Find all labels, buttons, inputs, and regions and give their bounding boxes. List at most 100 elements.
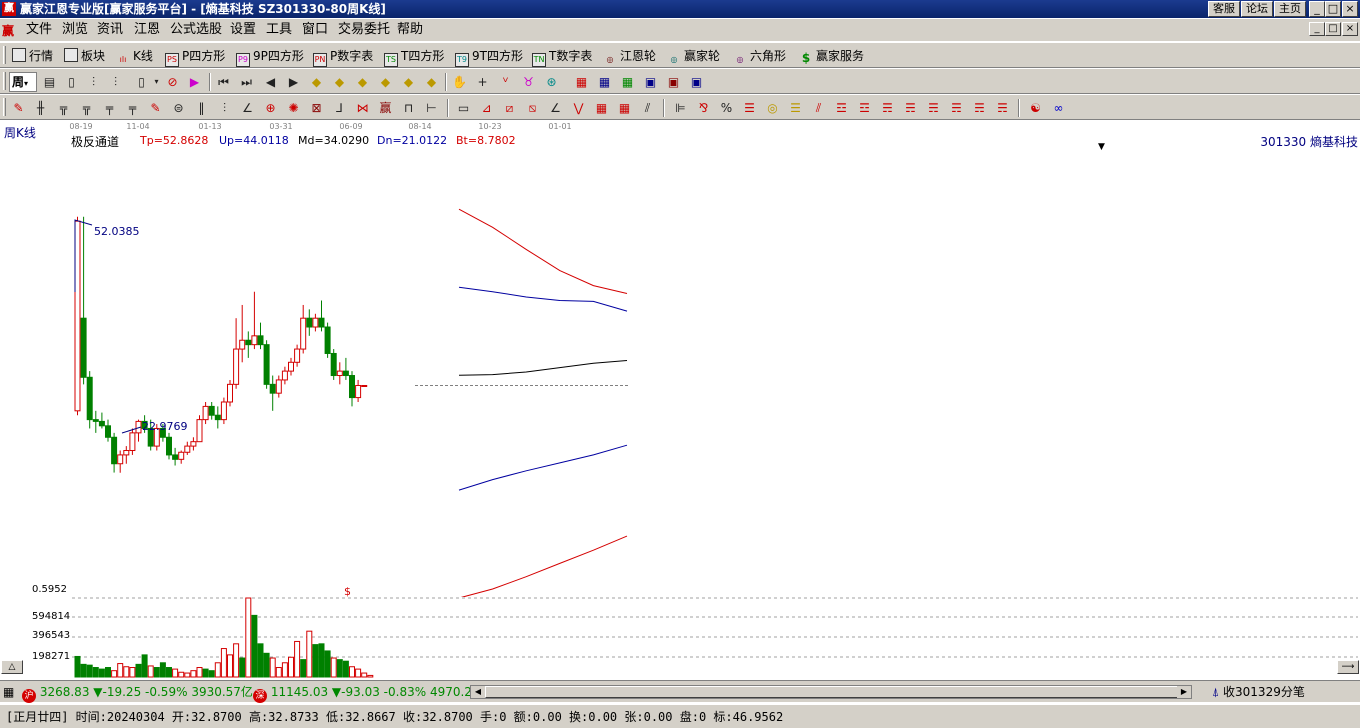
first-page-icon[interactable]: ⏮ (215, 74, 232, 90)
zoom-in-icon[interactable]: ◆ (308, 74, 325, 90)
nav-9t-square[interactable]: T9 9T四方形 (455, 47, 523, 67)
truck-icon[interactable]: ▣ (688, 74, 705, 90)
menu-trade[interactable]: 交易委托 (338, 22, 390, 38)
toolbar-grip[interactable] (3, 46, 6, 64)
parallel-lines-icon[interactable]: ╫ (32, 100, 49, 116)
speed-icon[interactable]: ☴ (879, 100, 896, 116)
nav-hexagon[interactable]: ◎ 六角形 (733, 47, 787, 65)
bar-chart-icon[interactable]: ⫶ (85, 74, 102, 90)
quote-table-icon[interactable]: ▦ (3, 684, 14, 700)
menu-gann[interactable]: 江恩 (134, 22, 160, 38)
menu-info[interactable]: 资讯 (97, 22, 123, 38)
crosshair-icon[interactable]: + (474, 74, 491, 90)
day-line-icon[interactable]: ▤ (41, 74, 58, 90)
menu-browse[interactable]: 浏览 (62, 22, 88, 38)
toolbar-grip[interactable] (3, 98, 6, 116)
chart-area[interactable]: 08-19 11-04 01-13 03-31 06-09 08-14 10-23 01-01… (0, 120, 1360, 678)
toolbar-grip[interactable] (3, 72, 6, 90)
indicator-icon[interactable]: ⱽ (497, 74, 514, 90)
nav-quotes[interactable]: 行情 (12, 47, 53, 65)
brush-icon[interactable]: ✎ (147, 100, 164, 116)
wave-icon[interactable]: ⋈ (354, 100, 371, 116)
expand-icon[interactable]: ◆ (400, 74, 417, 90)
sh-index[interactable]: 沪 3268.83 ▼-19.25 -0.59% 3930.57亿 (22, 684, 253, 703)
tick-data-link[interactable]: ⍋ 收301329分笔 (1212, 684, 1305, 700)
scrollbar-thumb[interactable] (485, 686, 1179, 698)
menu-formula-screen[interactable]: 公式选股 (170, 22, 222, 38)
nav-t-square[interactable]: TS T四方形 (384, 47, 444, 67)
customer-service-button[interactable]: 客服 (1208, 1, 1240, 17)
level-icon[interactable]: ⫽ (810, 100, 827, 116)
chevron-down-icon[interactable]: ▾ (148, 74, 165, 90)
scroll-left-icon[interactable]: ◀ (262, 74, 279, 90)
nav-gann-wheel[interactable]: ◎ 江恩轮 (603, 47, 657, 65)
coin-icon[interactable]: ◎ (764, 100, 781, 116)
coin-lines-icon[interactable]: ☰ (787, 100, 804, 116)
yinyang-icon[interactable]: ☯ (1027, 100, 1044, 116)
nav-sectors[interactable]: 板块 (64, 47, 105, 65)
fib-icon[interactable]: ⅋ (695, 100, 712, 116)
fan-icon[interactable]: ⊿ (478, 100, 495, 116)
scroll-up-button[interactable]: △ (1, 660, 23, 674)
grid-box2-icon[interactable]: ▦ (616, 100, 633, 116)
gann-angle-icon[interactable]: ∠ (547, 100, 564, 116)
angle-icon[interactable]: ∠ (239, 100, 256, 116)
ruler-icon[interactable]: ⊫ (672, 100, 689, 116)
shrink-icon[interactable]: ◆ (423, 74, 440, 90)
flag-icon[interactable]: ▶ (186, 74, 203, 90)
target-icon[interactable]: ⊕ (262, 100, 279, 116)
kline-chart[interactable]: 08-19 11-04 01-13 03-31 06-09 08-14 10-23 01-01 (0, 120, 1360, 678)
chevron-down-icon[interactable]: ▼ (1098, 142, 1105, 152)
scroll-left-arrow-icon[interactable]: ◀ (471, 686, 485, 698)
last-page-icon[interactable]: ⏭ (238, 74, 255, 90)
speed5-icon[interactable]: ☴ (971, 100, 988, 116)
nav-p-number-table[interactable]: PN P数字表 (313, 47, 373, 67)
network-icon[interactable]: ⊛ (543, 74, 560, 90)
fork3-icon[interactable]: ╤ (101, 100, 118, 116)
sz-index[interactable]: 深 11145.03 ▼-93.03 -0.83% 4970.2 (253, 684, 472, 703)
winner-icon[interactable]: 赢 (377, 100, 394, 116)
nav-p-square[interactable]: PS P四方形 (165, 47, 225, 67)
nav-winner-wheel[interactable]: ◎ 赢家轮 (667, 47, 721, 65)
measure-icon[interactable]: ⊢ (423, 100, 440, 116)
homepage-button[interactable]: 主页 (1274, 1, 1306, 17)
period-select[interactable]: 周▾ (9, 72, 37, 92)
child-restore-button[interactable]: □ (1325, 22, 1341, 36)
menu-window[interactable]: 窗口 (302, 22, 328, 38)
menu-settings[interactable]: 设置 (230, 22, 256, 38)
restore-button[interactable]: □ (1325, 1, 1341, 17)
cycle-icon[interactable]: ⫶ (216, 100, 233, 116)
nav-t-number-table[interactable]: TN T数字表 (532, 47, 592, 67)
infinity-icon[interactable]: ∞ (1050, 100, 1067, 116)
forum-button[interactable]: 论坛 (1241, 1, 1273, 17)
box-icon[interactable]: ⊠ (308, 100, 325, 116)
speed3-icon[interactable]: ☴ (925, 100, 942, 116)
fork2-icon[interactable]: ╦ (78, 100, 95, 116)
gold-icon[interactable]: ☲ (856, 100, 873, 116)
nav-winner-service[interactable]: $ 赢家服务 (799, 47, 864, 65)
save-icon[interactable]: ▣ (642, 74, 659, 90)
move-down-icon[interactable]: ◆ (377, 74, 394, 90)
percent-icon[interactable]: % (718, 100, 735, 116)
calendar-icon[interactable]: ▦ (573, 74, 590, 90)
gann-grid-icon[interactable]: ⧅ (524, 100, 541, 116)
people-icon[interactable]: ▣ (665, 74, 682, 90)
rect-icon[interactable]: ▭ (455, 100, 472, 116)
horizontal-scrollbar[interactable]: ◀ ▶ (470, 685, 1192, 699)
pen-icon[interactable]: ✎ (10, 100, 27, 116)
gann-level-icon[interactable]: ☲ (833, 100, 850, 116)
lines-icon[interactable]: ☰ (741, 100, 758, 116)
bars-icon[interactable]: ‖ (193, 100, 210, 116)
menu-tools[interactable]: 工具 (266, 22, 292, 38)
nav-kline[interactable]: ılı K线 (116, 47, 153, 65)
close-button[interactable]: × (1342, 1, 1358, 17)
fork-icon[interactable]: ╦ (55, 100, 72, 116)
sun-icon[interactable]: ✺ (285, 100, 302, 116)
table-icon[interactable]: ▦ (619, 74, 636, 90)
scroll-right-arrow-icon[interactable]: ▶ (1177, 686, 1191, 698)
menu-help[interactable]: 帮助 (397, 22, 423, 38)
doc-icon[interactable]: ▯ (63, 74, 80, 90)
scroll-right-icon[interactable]: ▶ (285, 74, 302, 90)
calculator-icon[interactable]: ▦ (596, 74, 613, 90)
v-icon[interactable]: ⋁ (570, 100, 587, 116)
